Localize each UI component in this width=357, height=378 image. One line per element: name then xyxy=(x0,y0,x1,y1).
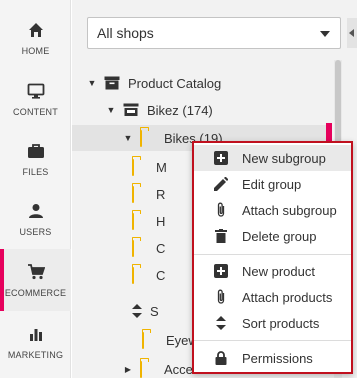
folder-icon xyxy=(132,240,150,257)
menu-item-label: Attach products xyxy=(242,289,333,305)
shop-select[interactable]: All shops xyxy=(87,17,341,49)
menu-item-label: Sort products xyxy=(242,315,320,331)
nav-users-label: USERS xyxy=(19,227,52,237)
tree-row-label: R xyxy=(156,186,166,202)
trash-icon xyxy=(214,229,228,243)
menu-item-label: Attach subgroup xyxy=(242,202,337,218)
nav-content[interactable]: CONTENT xyxy=(0,69,71,129)
nav-ecommerce[interactable]: ECOMMERCE xyxy=(0,249,71,311)
nav-files-label: FILES xyxy=(22,167,49,177)
paperclip-icon xyxy=(214,289,228,304)
expand-toggle-icon[interactable]: ▶ xyxy=(122,363,134,375)
menu-item-new-subgroup[interactable]: New subgroup xyxy=(194,145,351,171)
sort-icon xyxy=(214,316,228,330)
nav-content-label: CONTENT xyxy=(13,107,58,117)
folder-icon xyxy=(132,267,150,284)
expand-toggle-icon[interactable]: ▼ xyxy=(105,104,117,116)
menu-item-label: New subgroup xyxy=(242,150,326,166)
menu-item-edit-group[interactable]: Edit group xyxy=(194,171,351,197)
tree-row-label: C xyxy=(156,267,166,283)
tree-row-label: Product Catalog xyxy=(128,75,222,91)
tree-row-label: H xyxy=(156,213,166,229)
menu-item-delete-group[interactable]: Delete group xyxy=(194,223,351,249)
tree-row-bikez[interactable]: ▼ Bikez (174) xyxy=(72,97,342,123)
monitor-icon xyxy=(26,81,46,101)
bar-chart-icon xyxy=(26,324,46,344)
plus-square-icon xyxy=(214,264,228,278)
pencil-icon xyxy=(214,177,228,191)
menu-item-sort-products[interactable]: Sort products xyxy=(194,310,351,336)
menu-item-new-product[interactable]: New product xyxy=(194,258,351,284)
shop-select-value: All shops xyxy=(97,25,154,41)
folder-icon xyxy=(140,361,158,378)
cart-icon xyxy=(26,262,46,282)
nav-ecommerce-label: ECOMMERCE xyxy=(4,288,67,298)
left-nav: HOME CONTENT FILES USERS ECOMMERCE MARKE… xyxy=(0,0,71,378)
folder-icon xyxy=(142,332,160,349)
tree-row-label: M xyxy=(156,159,167,175)
menu-item-attach-subgroup[interactable]: Attach subgroup xyxy=(194,197,351,223)
nav-users[interactable]: USERS xyxy=(0,189,71,249)
archive-icon xyxy=(104,76,122,90)
briefcase-icon xyxy=(26,141,46,161)
menu-item-label: Edit group xyxy=(242,176,302,192)
expand-toggle-icon[interactable]: ▼ xyxy=(86,77,98,89)
context-menu: New subgroup Edit group Attach subgroup … xyxy=(192,141,353,374)
nav-home[interactable]: HOME xyxy=(0,8,71,68)
paperclip-icon xyxy=(214,202,228,217)
tree-row-label: Acce xyxy=(164,361,193,377)
folder-icon xyxy=(140,130,158,147)
nav-home-label: HOME xyxy=(21,46,50,56)
expand-toggle-icon[interactable]: ▼ xyxy=(122,132,134,144)
tree-row-label: C xyxy=(156,240,166,256)
folder-icon xyxy=(132,159,150,176)
collapse-panel-tab[interactable] xyxy=(347,18,357,48)
nav-files[interactable]: FILES xyxy=(0,129,71,189)
menu-item-permissions[interactable]: Permissions xyxy=(194,345,351,371)
menu-item-label: Delete group xyxy=(242,228,317,244)
menu-item-label: Permissions xyxy=(242,350,313,366)
chevron-down-icon xyxy=(320,31,330,37)
tree-row-label: S xyxy=(150,303,159,319)
home-icon xyxy=(26,20,46,40)
sort-icon xyxy=(132,304,144,318)
shop-icon xyxy=(123,103,141,117)
menu-item-attach-products[interactable]: Attach products xyxy=(194,284,351,310)
tree-row-label: Bikez (174) xyxy=(147,102,213,118)
lock-icon xyxy=(214,351,228,365)
plus-square-icon xyxy=(214,151,228,165)
folder-icon xyxy=(132,213,150,230)
menu-divider xyxy=(194,340,351,341)
nav-marketing[interactable]: MARKETING xyxy=(0,312,71,372)
user-icon xyxy=(26,201,46,221)
folder-icon xyxy=(132,186,150,203)
menu-divider xyxy=(194,254,351,255)
tree-row-product-catalog[interactable]: ▼ Product Catalog xyxy=(72,70,342,96)
menu-item-label: New product xyxy=(242,263,315,279)
nav-marketing-label: MARKETING xyxy=(7,350,64,360)
